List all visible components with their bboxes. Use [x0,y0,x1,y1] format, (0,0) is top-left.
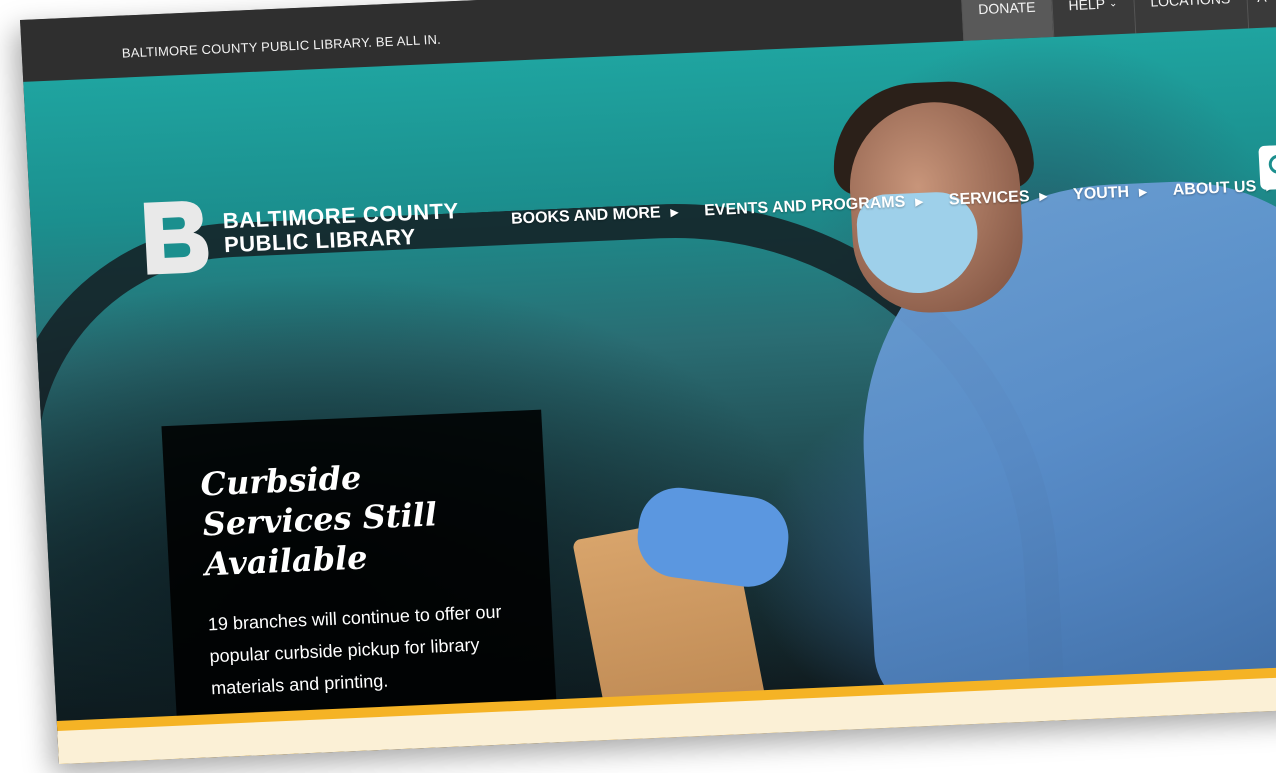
search-icon [1268,154,1276,174]
nav-label: YOUTH [1072,183,1130,204]
nav-label: SERVICES [948,188,1030,209]
caret-right-icon: ▶ [1138,186,1148,198]
caret-right-icon: ▶ [1039,190,1048,203]
help-label: HELP [1068,0,1106,14]
locations-label: LOCATIONS [1150,0,1231,10]
caret-right-icon: ▶ [915,196,924,208]
nav-youth[interactable]: YOUTH ▶ [1073,183,1148,204]
account-link[interactable]: A [1244,0,1276,29]
search-button[interactable] [1258,144,1276,191]
donate-link[interactable]: DONATE [959,0,1054,41]
library-logo[interactable]: BALTIMORE COUNTY PUBLIC LIBRARY [139,183,461,277]
donate-label: DONATE [977,0,1036,18]
logo-text: BALTIMORE COUNTY PUBLIC LIBRARY [222,198,460,257]
site-tagline: BALTIMORE COUNTY PUBLIC LIBRARY. BE ALL … [121,31,442,61]
hero-banner: BALTIMORE COUNTY PUBLIC LIBRARY BOOKS AN… [20,27,1276,764]
chevron-down-icon: ⌄ [1108,0,1118,9]
browser-page: BALTIMORE COUNTY PUBLIC LIBRARY. BE ALL … [20,0,1276,764]
caret-right-icon: ▶ [670,206,679,219]
account-label: A [1257,0,1267,5]
promo-body: 19 branches will continue to offer our p… [207,601,503,699]
promo-title: Curbside Services Still Available [199,458,438,584]
help-menu[interactable]: HELP ⌄ [1049,0,1136,37]
nav-label: ABOUT US [1172,178,1257,199]
logo-b-icon [139,194,213,277]
